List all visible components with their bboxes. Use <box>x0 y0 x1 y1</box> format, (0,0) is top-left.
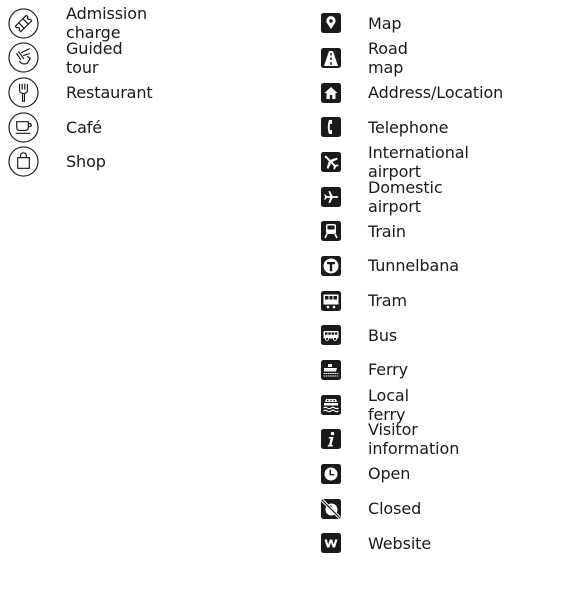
info-icon <box>321 429 341 450</box>
tunnelbana-icon <box>321 255 341 276</box>
fork-icon <box>8 77 39 108</box>
legend-item-website: Website <box>321 526 431 561</box>
legend-label: Restaurant <box>66 83 153 103</box>
legend-label: Website <box>368 533 432 553</box>
legend-item-open: Open <box>321 457 410 492</box>
shopping-bag-icon <box>8 146 39 178</box>
legend-label: Domestic airport <box>368 177 443 216</box>
legend-label: Shop <box>66 152 106 172</box>
legend-label: Local ferry <box>368 385 409 424</box>
legend-label: Telephone <box>368 117 449 137</box>
legend-label: Address/Location <box>368 83 504 103</box>
legend-item-guided-tour: Guided tour <box>8 39 123 77</box>
legend-label: Train <box>368 221 406 241</box>
legend-item-road-map: Road map <box>321 39 408 77</box>
transport-info-legend: Map Road map Address/Location Telephone … <box>321 6 503 561</box>
website-icon <box>321 533 341 554</box>
legend-label: Closed <box>368 499 422 519</box>
legend-item-shop: Shop <box>8 145 106 180</box>
legend-label: International airport <box>368 142 469 181</box>
legend-item-visitor-information: Visitor information <box>321 420 459 458</box>
local-ferry-icon <box>321 394 341 415</box>
telephone-icon <box>321 117 341 138</box>
legend-item-international-airport: International airport <box>321 143 469 181</box>
domestic-airplane-icon <box>321 186 341 207</box>
clock-crossed-icon <box>321 498 341 519</box>
legend-label: Bus <box>368 325 398 345</box>
pointing-hand-icon <box>8 42 39 74</box>
legend-item-restaurant: Restaurant <box>8 75 153 110</box>
legend-label: Guided tour <box>66 38 123 77</box>
legend-item-tram: Tram <box>321 283 407 318</box>
legend-item-admission-charge: Admission charge <box>8 4 147 42</box>
legend-label: Map <box>368 13 402 33</box>
legend-item-map: Map <box>321 6 402 41</box>
bus-icon <box>321 325 341 346</box>
legend-item-bus: Bus <box>321 318 397 353</box>
legend-item-telephone: Telephone <box>321 110 448 145</box>
legend-label: Ferry <box>368 360 409 380</box>
legend-item-cafe: Café <box>8 110 102 145</box>
legend-item-closed: Closed <box>321 491 421 526</box>
legend-label: Café <box>66 117 103 137</box>
ferry-icon <box>321 359 341 380</box>
legend-item-tunnelbana: Tunnelbana <box>321 249 459 284</box>
legend-label: Admission charge <box>66 4 147 43</box>
ticket-icon <box>8 8 39 39</box>
house-icon <box>321 82 341 103</box>
legend-item-train: Train <box>321 214 406 249</box>
legend-item-domestic-airport: Domestic airport <box>321 178 443 216</box>
map-pin-icon <box>321 13 341 34</box>
amenities-legend: Admission charge Guided tour Restaurant … <box>8 4 153 180</box>
train-icon <box>321 221 341 242</box>
legend-label: Tunnelbana <box>368 256 459 276</box>
road-icon <box>321 47 341 68</box>
legend-label: Open <box>368 464 411 484</box>
airplane-icon <box>321 151 341 172</box>
legend-item-ferry: Ferry <box>321 353 408 388</box>
legend-label: Road map <box>368 38 408 77</box>
legend-item-address: Address/Location <box>321 75 503 110</box>
legend-item-local-ferry: Local ferry <box>321 386 409 424</box>
legend-label: Visitor information <box>368 420 460 459</box>
coffee-cup-icon <box>8 112 39 143</box>
clock-icon <box>321 463 341 484</box>
tram-icon <box>321 290 341 311</box>
legend-label: Tram <box>368 291 407 311</box>
